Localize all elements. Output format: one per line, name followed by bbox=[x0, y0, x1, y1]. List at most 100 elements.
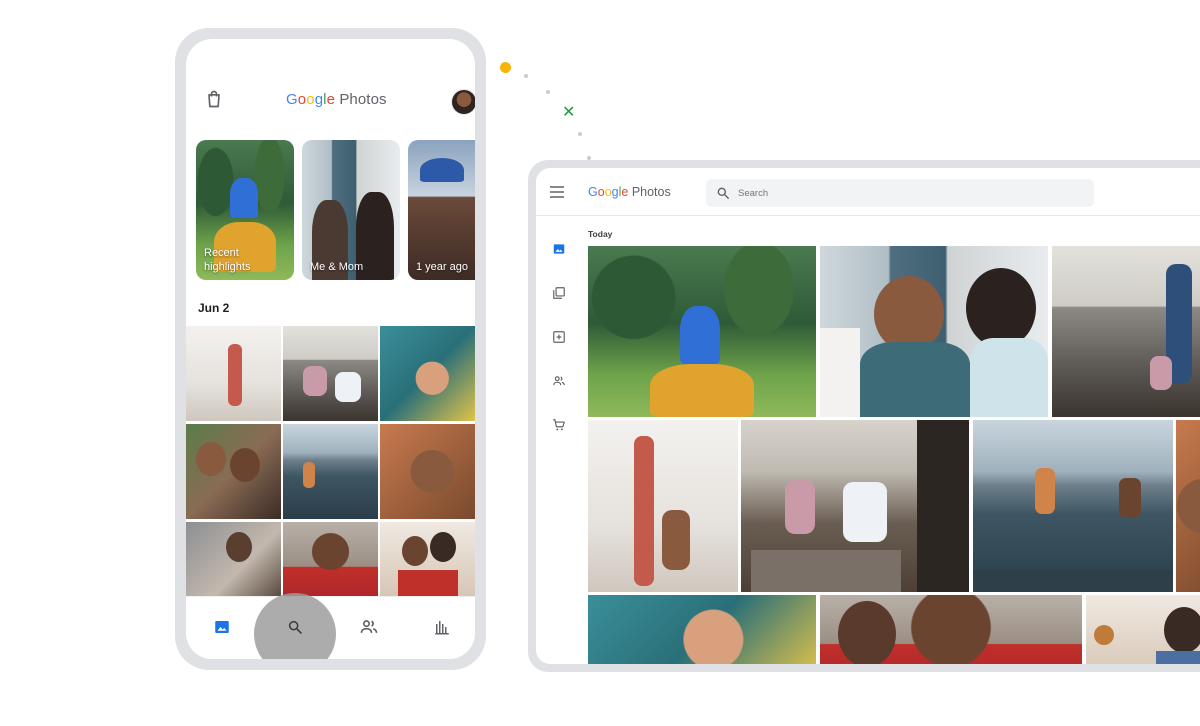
logo-photos-word: Photos bbox=[339, 91, 387, 108]
photo-subject bbox=[230, 448, 260, 482]
memory-label: Recent highlights bbox=[204, 247, 251, 273]
phone-screen: Google Photos Recent highlights Me & Mom bbox=[186, 39, 475, 659]
memory-label: 1 year ago bbox=[416, 261, 468, 273]
photo-subject bbox=[1164, 607, 1200, 653]
photo-subject bbox=[398, 570, 458, 596]
photo-subject bbox=[1119, 478, 1141, 518]
photo-thumbnail[interactable] bbox=[820, 595, 1082, 664]
logo-google-word: Google bbox=[588, 185, 629, 199]
photo-subject bbox=[420, 158, 464, 182]
photo-subject bbox=[230, 178, 258, 218]
photo-subject bbox=[1156, 651, 1200, 664]
memory-card[interactable]: Recent highlights bbox=[196, 140, 294, 280]
photo-subject bbox=[1035, 468, 1055, 514]
sidebar-item-photos[interactable] bbox=[550, 240, 568, 258]
photo-subject bbox=[785, 480, 815, 534]
photo-subject bbox=[303, 366, 327, 396]
photo-subject bbox=[650, 364, 754, 417]
photo-thumbnail[interactable] bbox=[1086, 595, 1200, 664]
bottom-navigation bbox=[186, 593, 475, 659]
photo-subject bbox=[1094, 625, 1114, 645]
tablet-frame: Google Photos Search Today bbox=[528, 160, 1200, 672]
photo-thumbnail[interactable] bbox=[283, 326, 378, 421]
photo-subject bbox=[430, 532, 456, 562]
albums-icon bbox=[553, 287, 565, 299]
photo-subject bbox=[680, 306, 720, 364]
cart-icon bbox=[553, 419, 565, 431]
search-bar[interactable] bbox=[706, 179, 1094, 207]
search-icon bbox=[288, 620, 302, 634]
photo-subject bbox=[402, 536, 428, 566]
photo-thumbnail[interactable] bbox=[1052, 246, 1200, 417]
phone-frame: Google Photos Recent highlights Me & Mom bbox=[175, 28, 486, 670]
tablet-topbar: Google Photos bbox=[536, 168, 1200, 216]
search-icon[interactable] bbox=[716, 186, 730, 200]
avatar[interactable] bbox=[452, 90, 475, 114]
image-icon bbox=[215, 621, 229, 633]
photo-subject bbox=[226, 532, 252, 562]
sidebar bbox=[536, 216, 584, 664]
photo-thumbnail[interactable] bbox=[973, 420, 1173, 592]
decorative-x-icon: ✕ bbox=[562, 102, 576, 121]
photo-thumbnail[interactable] bbox=[283, 522, 378, 596]
memories-carousel: Recent highlights Me & Mom 1 year ago bbox=[196, 140, 475, 280]
nav-library[interactable] bbox=[424, 609, 460, 645]
photo-thumbnail[interactable] bbox=[588, 595, 816, 664]
memory-label: Me & Mom bbox=[310, 261, 364, 273]
photo-subject bbox=[843, 482, 887, 542]
photo-thumbnail[interactable] bbox=[380, 424, 475, 519]
photo-subject bbox=[966, 268, 1036, 348]
nav-search[interactable] bbox=[277, 609, 313, 645]
photo-thumbnail[interactable] bbox=[588, 420, 738, 592]
decorative-dot bbox=[546, 90, 550, 94]
memory-card[interactable]: Me & Mom bbox=[302, 140, 400, 280]
photo-subject bbox=[634, 436, 654, 586]
photo-thumbnail[interactable] bbox=[186, 522, 281, 596]
photo-subject bbox=[838, 601, 896, 664]
photo-subject bbox=[973, 570, 1173, 592]
decorative-yellow-dot bbox=[500, 62, 511, 73]
nav-photos[interactable] bbox=[204, 609, 240, 645]
menu-icon[interactable] bbox=[550, 186, 564, 198]
photo-subject bbox=[751, 550, 901, 592]
photo-subject bbox=[1150, 356, 1172, 390]
sidebar-item-print-store[interactable] bbox=[550, 416, 568, 434]
shopping-bag-icon[interactable] bbox=[204, 89, 224, 109]
sidebar-item-sharing[interactable] bbox=[550, 372, 568, 390]
memory-card[interactable]: 1 year ago bbox=[408, 140, 475, 280]
google-photos-logo: Google Photos bbox=[588, 185, 671, 199]
sidebar-item-albums[interactable] bbox=[550, 284, 568, 302]
photo-subject bbox=[662, 510, 690, 570]
library-icon bbox=[435, 621, 449, 635]
photo-subject bbox=[335, 372, 361, 402]
photo-subject bbox=[228, 344, 242, 406]
photo-thumbnail[interactable] bbox=[186, 326, 281, 421]
nav-sharing[interactable] bbox=[351, 609, 387, 645]
add-box-icon bbox=[553, 331, 565, 343]
photo-thumbnail[interactable] bbox=[186, 424, 281, 519]
photo-thumbnail[interactable] bbox=[380, 326, 475, 421]
photo-subject bbox=[970, 338, 1048, 417]
photo-subject bbox=[917, 420, 969, 592]
photo-thumbnail[interactable] bbox=[380, 522, 475, 596]
people-icon bbox=[360, 620, 378, 633]
stage: ✕ Google Photos Recent highlights Me & M… bbox=[0, 0, 1200, 726]
people-icon bbox=[553, 376, 565, 386]
photo-thumbnail[interactable] bbox=[741, 420, 969, 592]
photo-thumbnail[interactable] bbox=[283, 424, 378, 519]
photo-thumbnail[interactable] bbox=[820, 246, 1048, 417]
search-input[interactable] bbox=[738, 179, 1078, 207]
photo-subject bbox=[860, 342, 970, 417]
photo-thumbnail[interactable] bbox=[588, 246, 816, 417]
photo-subject bbox=[820, 328, 860, 417]
phone-header: Google Photos bbox=[186, 39, 475, 139]
tablet-screen: Google Photos Search Today bbox=[536, 168, 1200, 664]
photo-subject bbox=[196, 442, 226, 476]
sidebar-item-utilities[interactable] bbox=[550, 328, 568, 346]
decorative-dot bbox=[524, 74, 528, 78]
photo-thumbnail[interactable] bbox=[1176, 420, 1200, 592]
image-icon bbox=[553, 244, 565, 254]
decorative-dot bbox=[578, 132, 582, 136]
photo-grid bbox=[186, 326, 475, 596]
photo-grid bbox=[588, 246, 1200, 664]
